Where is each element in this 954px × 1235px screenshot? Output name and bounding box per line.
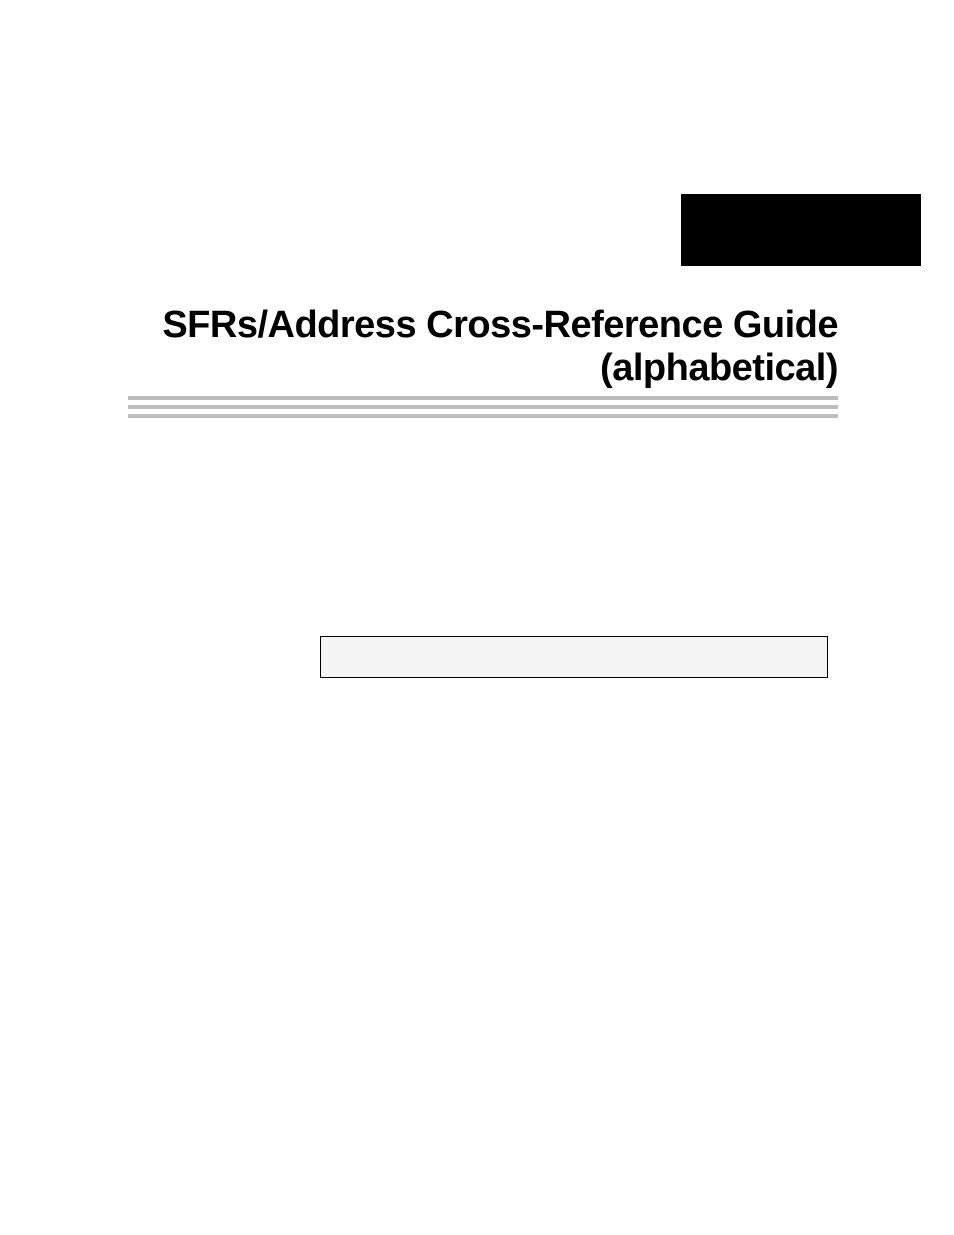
topic-banner-box xyxy=(320,636,828,678)
divider-line xyxy=(128,414,838,418)
page-title: SFRs/Address Cross-Reference Guide (alph… xyxy=(128,304,838,389)
divider-line xyxy=(128,405,838,409)
chapter-tab xyxy=(681,194,921,266)
title-line-1: SFRs/Address Cross-Reference Guide xyxy=(128,304,838,347)
title-line-2: (alphabetical) xyxy=(128,347,838,390)
document-page: SFRs/Address Cross-Reference Guide (alph… xyxy=(0,0,954,1235)
title-underlines xyxy=(128,396,838,423)
divider-line xyxy=(128,396,838,400)
